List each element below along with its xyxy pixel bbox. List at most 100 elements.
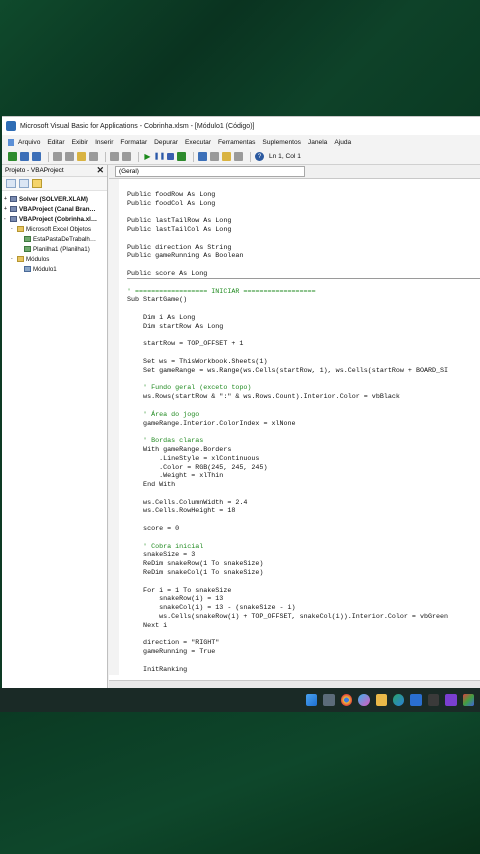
code-line: .Color = RGB(245, 245, 245) (127, 463, 268, 472)
menu-item-arquivo[interactable]: Arquivo (8, 139, 40, 146)
undo-icon[interactable] (110, 152, 119, 161)
menu-item-formatar[interactable]: Formatar (120, 139, 147, 146)
file-explorer-icon[interactable] (375, 694, 388, 706)
code-comment-line: ' Bordas claras (127, 437, 204, 446)
menu-item-suplementos[interactable]: Suplementos (262, 139, 301, 146)
menu-bar: Arquivo Editar Exibir Inserir Formatar Depura… (2, 135, 480, 149)
background-bottom (0, 712, 480, 854)
menu-item-inserir[interactable]: Inserir (95, 139, 113, 146)
vba-app-icon (6, 121, 16, 131)
paste-icon[interactable] (77, 152, 86, 161)
project-explorer-icon[interactable] (198, 152, 207, 161)
proj-icon (10, 196, 17, 202)
view-code-icon[interactable] (6, 179, 16, 188)
file-manager-icon[interactable] (323, 694, 335, 706)
purple-app-icon[interactable] (445, 694, 457, 706)
code-line: ws.Cells.ColumnWidth = 2.4 (127, 498, 248, 507)
code-line: Public score As Long (127, 270, 480, 279)
code-line: With gameRange.Borders (127, 445, 232, 454)
save-icon[interactable] (32, 152, 41, 161)
tree-item[interactable]: Planilha1 (Planilha1) (2, 244, 107, 254)
sheet-icon (24, 236, 31, 242)
pause-icon[interactable]: ❚❚ (154, 152, 166, 161)
toolbar-separator (48, 151, 49, 162)
code-line: Public direction As String (127, 243, 232, 252)
properties-icon[interactable] (210, 152, 219, 161)
code-line: snakeRow(i) = 13 (127, 595, 224, 604)
toolbar-separator (250, 151, 251, 162)
sheet-icon (24, 246, 31, 252)
edge-icon[interactable] (393, 694, 405, 706)
tree-item-label: Módulo1 (33, 265, 57, 273)
view-object-icon[interactable] (19, 179, 29, 188)
chrome-icon[interactable] (340, 694, 353, 706)
menu-item-janela[interactable]: Janela (308, 139, 327, 146)
menu-item-depurar[interactable]: Depurar (154, 139, 178, 146)
horizontal-scrollbar[interactable] (109, 680, 480, 688)
code-line: InitRanking (127, 665, 188, 674)
menu-item-executar[interactable]: Executar (185, 139, 211, 146)
code-line: ws.Rows(startRow & ":" & ws.Rows.Count).… (127, 393, 400, 402)
object-dropdown[interactable]: (Geral) (115, 166, 305, 177)
code-line: Sub StartGame() (127, 296, 188, 305)
tree-item[interactable]: + VBAProject (Canal Bran… (2, 204, 107, 214)
tree-item[interactable]: + Solver (SOLVER.XLAM) (2, 194, 107, 204)
menu-item-editar[interactable]: Editar (47, 139, 64, 146)
tree-item[interactable]: Módulo1 (2, 264, 107, 274)
redo-icon[interactable] (122, 152, 131, 161)
menu-item-exibir[interactable]: Exibir (72, 139, 89, 146)
menu-item-ferramentas[interactable]: Ferramentas (218, 139, 255, 146)
project-explorer-header: Projeto - VBAProject ✕ (2, 165, 107, 177)
tree-item-label: Solver (SOLVER.XLAM) (19, 195, 88, 203)
toolbox-icon[interactable] (234, 152, 243, 161)
code-line: gameRunning = True (127, 648, 216, 657)
terminal-icon[interactable] (427, 694, 440, 706)
design-mode-icon[interactable] (177, 152, 186, 161)
menu-item-ajuda[interactable]: Ajuda (334, 139, 351, 146)
tree-item[interactable]: - Módulos (2, 254, 107, 264)
view-excel-icon[interactable] (8, 152, 17, 161)
code-line: direction = "RIGHT" (127, 639, 220, 648)
copy-icon[interactable] (65, 152, 74, 161)
windows-start-icon[interactable] (306, 694, 318, 706)
folder-icon (17, 256, 24, 262)
run-icon[interactable]: ▶ (143, 152, 152, 161)
project-explorer: Projeto - VBAProject ✕ + Solver (SOLVER.X… (2, 165, 108, 688)
code-window: (Geral) Public foodRow As Long Public foo… (109, 165, 480, 688)
stop-icon[interactable] (167, 153, 174, 160)
code-line: Next i (127, 621, 168, 630)
code-editor[interactable]: Public foodRow As Long Public foodCol As … (109, 179, 480, 675)
title-bar: Microsoft Visual Basic for Applications … (2, 117, 480, 135)
copilot-icon[interactable] (358, 694, 370, 706)
tree-item-label: Planilha1 (Planilha1) (33, 245, 90, 253)
code-line: ws.Cells(snakeRow(i) + TOP_OFFSET, snake… (127, 613, 449, 622)
multi-app-icon[interactable] (462, 694, 475, 706)
tree-item-label: EstaPastaDeTrabalh… (33, 235, 97, 243)
code-line: snakeCol(i) = 13 - (snakeSize - i) (127, 604, 296, 613)
code-line: startRow = TOP_OFFSET + 1 (127, 340, 244, 349)
tree-item[interactable]: - Microsoft Excel Objetos (2, 224, 107, 234)
window-title: Microsoft Visual Basic for Applications … (20, 122, 255, 130)
help-icon[interactable]: ? (255, 152, 264, 161)
insert-module-icon[interactable] (20, 152, 29, 161)
close-icon[interactable]: ✕ (96, 166, 104, 175)
toggle-folders-icon[interactable] (32, 179, 42, 188)
find-icon[interactable] (89, 152, 98, 161)
object-browser-icon[interactable] (222, 152, 231, 161)
tree-item[interactable]: - VBAProject (Cobrinha.xl… (2, 214, 107, 224)
tree-item-label: Módulos (26, 255, 50, 263)
cut-icon[interactable] (53, 152, 62, 161)
mail-icon[interactable] (410, 694, 422, 706)
code-line: Public gameRunning As Boolean (127, 252, 244, 261)
tree-item[interactable]: EstaPastaDeTrabalh… (2, 234, 107, 244)
